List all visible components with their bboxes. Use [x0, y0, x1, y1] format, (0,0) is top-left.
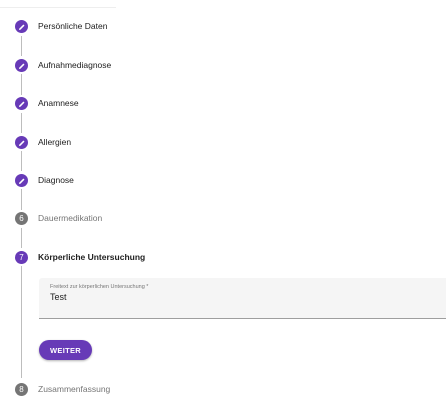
step-aufnahmediagnose[interactable]: Aufnahmediagnose [0, 56, 446, 76]
step-connector [21, 36, 22, 56]
step-connector [21, 113, 22, 133]
pencil-icon [15, 136, 28, 149]
weiter-button[interactable]: WEITER [39, 340, 92, 360]
pencil-icon [15, 97, 28, 110]
step-label: Persönliche Daten [38, 21, 108, 31]
step-label: Körperliche Untersuchung [38, 252, 146, 262]
step-connector [21, 189, 22, 210]
step-connector [21, 228, 22, 248]
step-persoenliche-daten[interactable]: Persönliche Daten [0, 17, 446, 37]
pencil-icon [15, 59, 28, 72]
step-label: Aufnahmediagnose [38, 60, 112, 70]
step-dauermedikation[interactable]: 6 Dauermedikation [0, 209, 446, 229]
field-label: Freitext zur körperlichen Untersuchung * [50, 284, 149, 290]
pencil-icon [15, 174, 28, 187]
step-connector [21, 266, 22, 378]
step-anamnese[interactable]: Anamnese [0, 94, 446, 114]
exam-text-field[interactable]: Freitext zur körperlichen Untersuchung *… [39, 278, 446, 319]
field-value[interactable]: Test [50, 292, 67, 302]
step-koerperliche-untersuchung[interactable]: 7 Körperliche Untersuchung [0, 248, 446, 268]
step-label: Dauermedikation [38, 213, 103, 223]
top-divider [0, 7, 116, 8]
step-zusammenfassung[interactable]: 8 Zusammenfassung [0, 380, 446, 400]
step-diagnose[interactable]: Diagnose [0, 171, 446, 191]
step-number-badge: 6 [15, 212, 28, 225]
step-connector [21, 151, 22, 171]
step-allergien[interactable]: Allergien [0, 133, 446, 153]
step-connector [21, 74, 22, 95]
step-label: Zusammenfassung [38, 384, 111, 394]
pencil-icon [15, 20, 28, 33]
step-label: Anamnese [38, 98, 79, 108]
step-number-badge: 8 [15, 383, 28, 396]
step-number-badge: 7 [15, 251, 28, 264]
step-label: Diagnose [38, 175, 74, 185]
step-label: Allergien [38, 137, 72, 147]
